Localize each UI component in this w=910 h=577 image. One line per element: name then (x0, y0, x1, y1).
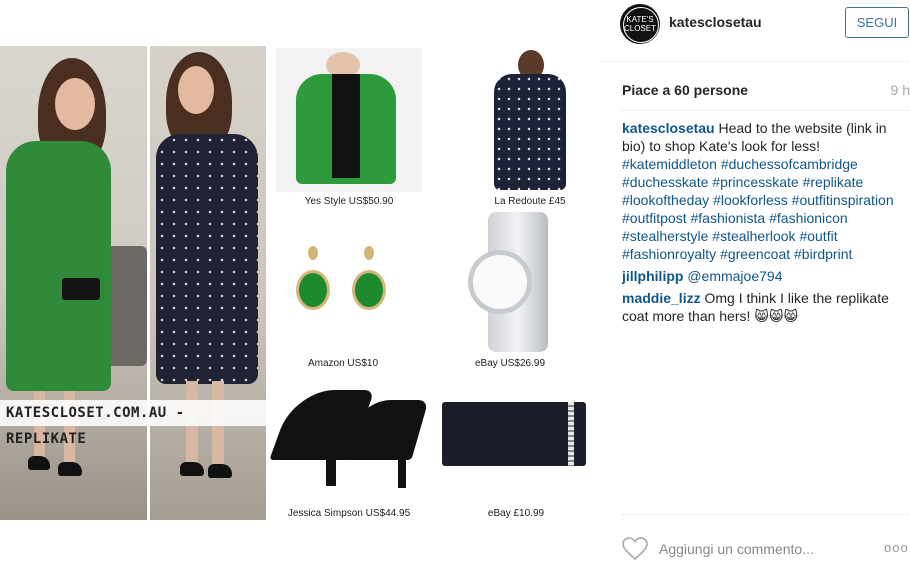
product-caption: Amazon US$10 (307, 358, 379, 369)
hashtag-link[interactable]: #birdprint (794, 246, 852, 262)
heart-icon[interactable] (622, 537, 648, 561)
hashtag-link[interactable]: #fashionroyalty (622, 246, 716, 262)
product-caption: eBay US$26.99 (474, 358, 546, 369)
likes-count[interactable]: Piace a 60 persone (622, 82, 748, 98)
photo-bird-dress (150, 46, 266, 520)
avatar[interactable]: KATE'S CLOSET (620, 4, 660, 44)
product-heels (269, 390, 429, 500)
product-clutch (442, 402, 586, 466)
username-link[interactable]: katesclosetau (669, 14, 762, 30)
comment-item: maddie_lizz Omg I think I like the repli… (622, 289, 910, 325)
hashtag-link[interactable]: #replikate (803, 174, 864, 190)
hashtag-link[interactable]: #stealherlook (712, 228, 795, 244)
comments-list: katesclosetau Head to the website (link … (622, 119, 910, 329)
hashtag-link[interactable]: #princesskate (712, 174, 798, 190)
post-time[interactable]: 9 h (891, 82, 910, 98)
divider (620, 110, 910, 111)
comment-input[interactable] (659, 538, 869, 560)
product-bird-dress (478, 48, 584, 192)
hashtag-link[interactable]: #outfit (799, 228, 837, 244)
hashtag-link[interactable]: #lookforless (713, 192, 788, 208)
comment-username[interactable]: jillphilipp (622, 268, 683, 284)
mention-link[interactable]: @emmajoe794 (687, 268, 782, 284)
watermark: KATESCLOSET.COM.AU - REPLIKATE (0, 400, 266, 447)
product-watch (464, 212, 560, 352)
hashtag-link[interactable]: #fashionista (691, 210, 766, 226)
hashtag-link[interactable]: #duchesskate (622, 174, 708, 190)
hashtag-link[interactable]: #outfitpost (622, 210, 687, 226)
divider (620, 514, 910, 515)
post-image[interactable]: KATESCLOSET.COM.AU - REPLIKATE Yes Style… (0, 46, 600, 520)
comment-username[interactable]: katesclosetau (622, 120, 715, 136)
product-caption: Jessica Simpson US$44.95 (287, 508, 411, 519)
product-caption: Yes Style US$50.90 (304, 196, 394, 207)
comment-username[interactable]: maddie_lizz (622, 290, 701, 306)
hashtag-link[interactable]: #lookoftheday (622, 192, 709, 208)
hashtag-link[interactable]: #katemiddleton (622, 156, 717, 172)
comment-item: jillphilipp @emmajoe794 (622, 267, 910, 285)
more-options-icon[interactable]: ooo (884, 540, 909, 555)
post-header: KATE'S CLOSET katesclosetau SEGUI (600, 0, 910, 62)
product-earrings (296, 240, 396, 320)
hashtag-link[interactable]: #greencoat (720, 246, 790, 262)
hashtag-link[interactable]: #outfitinspiration (792, 192, 894, 208)
post-sidebar: KATE'S CLOSET katesclosetau SEGUI Piace … (600, 0, 910, 577)
follow-button[interactable]: SEGUI (845, 7, 909, 38)
hashtag-link[interactable]: #stealherstyle (622, 228, 708, 244)
hashtag-link[interactable]: #fashionicon (769, 210, 848, 226)
product-caption: La Redoute £45 (494, 196, 566, 207)
caption-comment: katesclosetau Head to the website (link … (622, 119, 910, 263)
product-caption: eBay £10.99 (487, 508, 545, 519)
hashtag-link[interactable]: #duchessofcambridge (721, 156, 858, 172)
hashtag-list: #katemiddleton #duchessofcambridge #duch… (622, 156, 894, 262)
product-green-coat (276, 48, 422, 192)
